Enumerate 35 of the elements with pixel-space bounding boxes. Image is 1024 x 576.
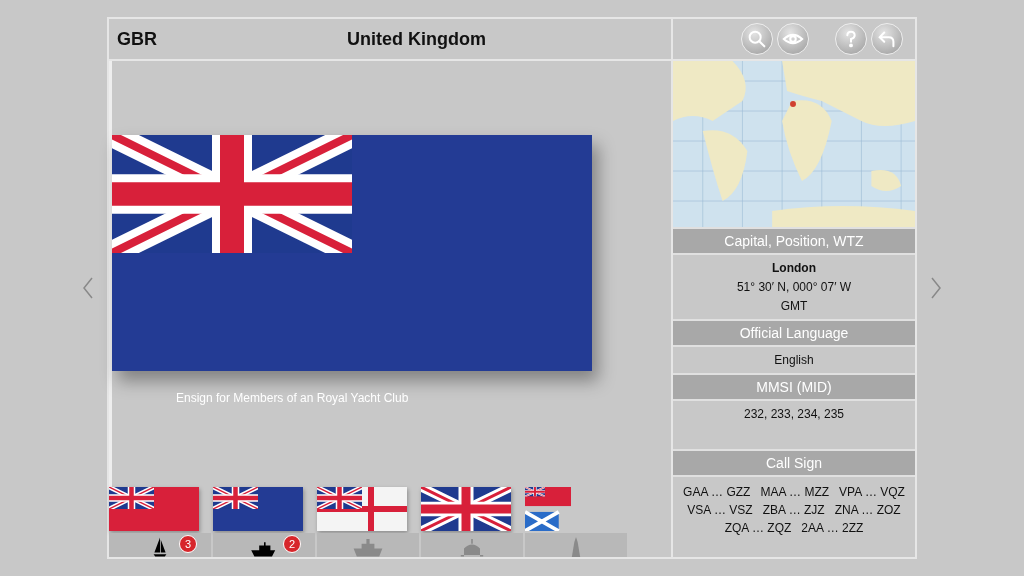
search-button[interactable]	[741, 23, 773, 55]
section-header: Official Language	[673, 319, 915, 347]
ship-icon	[352, 537, 384, 557]
call-sign-range: ZQA … ZQZ	[724, 521, 792, 535]
call-sign-range: 2AA … 2ZZ	[801, 521, 864, 535]
count-badge: 2	[283, 535, 301, 553]
back-button[interactable]	[871, 23, 903, 55]
call-sign-range: ZBA … ZJZ	[762, 503, 825, 517]
section-header: MMSI (MID)	[673, 373, 915, 401]
timezone-text: GMT	[780, 299, 808, 313]
country-code: GBR	[117, 28, 158, 50]
position-text: 51° 30′ N, 000° 07′ W	[736, 280, 852, 294]
flag-thumbnail[interactable]	[109, 487, 199, 531]
section-header: Capital, Position, WTZ	[673, 227, 915, 255]
flag-thumbnail[interactable]	[525, 487, 571, 531]
help-button[interactable]	[835, 23, 867, 55]
country-name: United Kingdom	[347, 28, 486, 50]
search-icon	[746, 28, 768, 50]
mmsi-text: 232, 233, 234, 235	[743, 407, 845, 421]
section-header: Call Sign	[673, 449, 915, 477]
call-sign-range: GAA … GZZ	[683, 485, 751, 499]
call-sign-range: MAA … MZZ	[760, 485, 830, 499]
view-button[interactable]	[777, 23, 809, 55]
call-sign-range: VSA … VSZ	[687, 503, 753, 517]
flag-thumbnail[interactable]	[421, 487, 511, 531]
vessel-tab[interactable]: 2	[213, 533, 315, 557]
count-badge: 3	[179, 535, 197, 553]
language-text: English	[774, 353, 814, 367]
vessel-tab[interactable]: 3	[109, 533, 211, 557]
call-sign-range: ZNA … ZOZ	[834, 503, 901, 517]
call-sign-range: VPA … VQZ	[839, 485, 905, 499]
tower-icon	[571, 537, 581, 557]
flag-thumbnail[interactable]	[213, 487, 303, 531]
flag-thumbnail[interactable]	[317, 487, 407, 531]
capital-text: London	[772, 261, 816, 275]
